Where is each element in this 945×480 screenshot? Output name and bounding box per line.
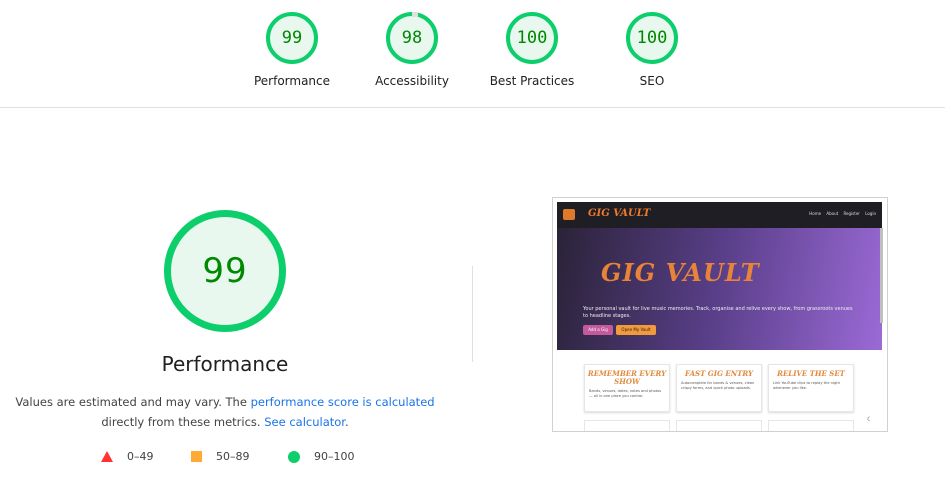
thumb-card-partial xyxy=(768,420,854,431)
thumb-card-title: RELIVE THE SET xyxy=(777,369,845,378)
thumb-add-gig-button: Add a Gig xyxy=(583,325,613,335)
thumb-card-title: FAST GIG ENTRY xyxy=(685,369,753,378)
thumb-card-partial xyxy=(584,420,670,431)
gauge-score: 100 xyxy=(636,28,668,48)
thumb-hero-subtitle: Your personal vault for live music memor… xyxy=(583,306,853,319)
gauge-gap xyxy=(412,12,418,17)
gauge-score: 98 xyxy=(401,28,423,48)
gauge-label: Accessibility xyxy=(375,74,449,88)
legend-average: 50–89 xyxy=(191,450,250,463)
thumb-hero: GIG VAULT Your personal vault for live m… xyxy=(557,228,882,350)
thumb-card: RELIVE THE SET Link YouTube clips to rep… xyxy=(768,364,854,412)
final-screenshot[interactable]: GIG VAULT Home About Register Login GIG … xyxy=(552,197,888,432)
desc-text: Values are estimated and may vary. The xyxy=(15,395,251,409)
performance-gauge: 99 xyxy=(164,210,286,332)
gauge-performance[interactable]: 99 Performance xyxy=(232,12,352,88)
logo-icon xyxy=(563,209,575,220)
thumb-card-text: Link YouTube clips to replay the night w… xyxy=(773,381,840,390)
gauge-ring: 100 xyxy=(506,12,558,64)
square-icon xyxy=(191,451,202,462)
thumb-card-partial xyxy=(676,420,762,431)
thumb-nav-login: Login xyxy=(865,211,876,216)
thumb-card-text: Bands, venues, dates, notes and photos —… xyxy=(589,389,662,398)
gauge-label: Performance xyxy=(253,74,331,88)
performance-description: Values are estimated and may vary. The p… xyxy=(0,392,450,432)
thumb-nav-links: Home About Register Login xyxy=(805,211,876,216)
category-gauges: 99 Performance 98 Accessibility 100 Best… xyxy=(0,0,945,108)
desc-text: directly from these metrics. xyxy=(101,415,265,429)
gauge-label: SEO xyxy=(639,74,665,88)
circle-icon xyxy=(288,450,300,463)
legend-fail: 0–49 xyxy=(101,450,154,463)
thumb-navbar: GIG VAULT Home About Register Login xyxy=(557,202,882,228)
gauge-score: 100 xyxy=(516,28,548,48)
thumb-nav-home: Home xyxy=(809,211,822,216)
thumb-open-vault-button: Open My Vault xyxy=(616,325,656,335)
triangle-icon xyxy=(101,451,113,462)
gauge-ring: 98 xyxy=(386,12,438,64)
score-legend: 0–49 50–89 90–100 xyxy=(0,450,450,470)
gauge-ring: 100 xyxy=(626,12,678,64)
thumb-hero-title: GIG VAULT xyxy=(601,258,760,287)
thumb-nav-about: About xyxy=(826,211,839,216)
moon-icon: ☾ xyxy=(867,416,873,423)
gauge-score: 99 xyxy=(281,28,303,48)
divider xyxy=(472,266,473,362)
thumb-logo: GIG VAULT xyxy=(588,208,651,219)
legend-pass: 90–100 xyxy=(288,450,355,463)
legend-label: 50–89 xyxy=(216,450,250,463)
thumb-card-title: REMEMBER EVERY SHOW xyxy=(587,369,667,386)
thumb-card: REMEMBER EVERY SHOW Bands, venues, dates… xyxy=(584,364,670,412)
performance-title: Performance xyxy=(161,352,289,376)
gauge-label: Best Practices xyxy=(489,74,575,88)
thumb-scrollbar xyxy=(880,228,883,323)
legend-label: 90–100 xyxy=(314,450,355,463)
thumb-nav-register: Register xyxy=(843,211,860,216)
gauge-accessibility[interactable]: 98 Accessibility xyxy=(352,12,472,88)
score-calculated-link[interactable]: performance score is calculated xyxy=(251,395,435,409)
performance-score: 99 xyxy=(202,251,248,291)
gauge-best-practices[interactable]: 100 Best Practices xyxy=(472,12,592,88)
see-calculator-link[interactable]: See calculator xyxy=(264,415,345,429)
desc-text: . xyxy=(344,415,349,429)
gauge-ring: 99 xyxy=(266,12,318,64)
legend-label: 0–49 xyxy=(127,450,154,463)
thumb-card: FAST GIG ENTRY Autocomplete for bands & … xyxy=(676,364,762,412)
thumb-card-text: Autocomplete for bands & venues, clean c… xyxy=(681,381,755,390)
gauge-seo[interactable]: 100 SEO xyxy=(592,12,712,88)
